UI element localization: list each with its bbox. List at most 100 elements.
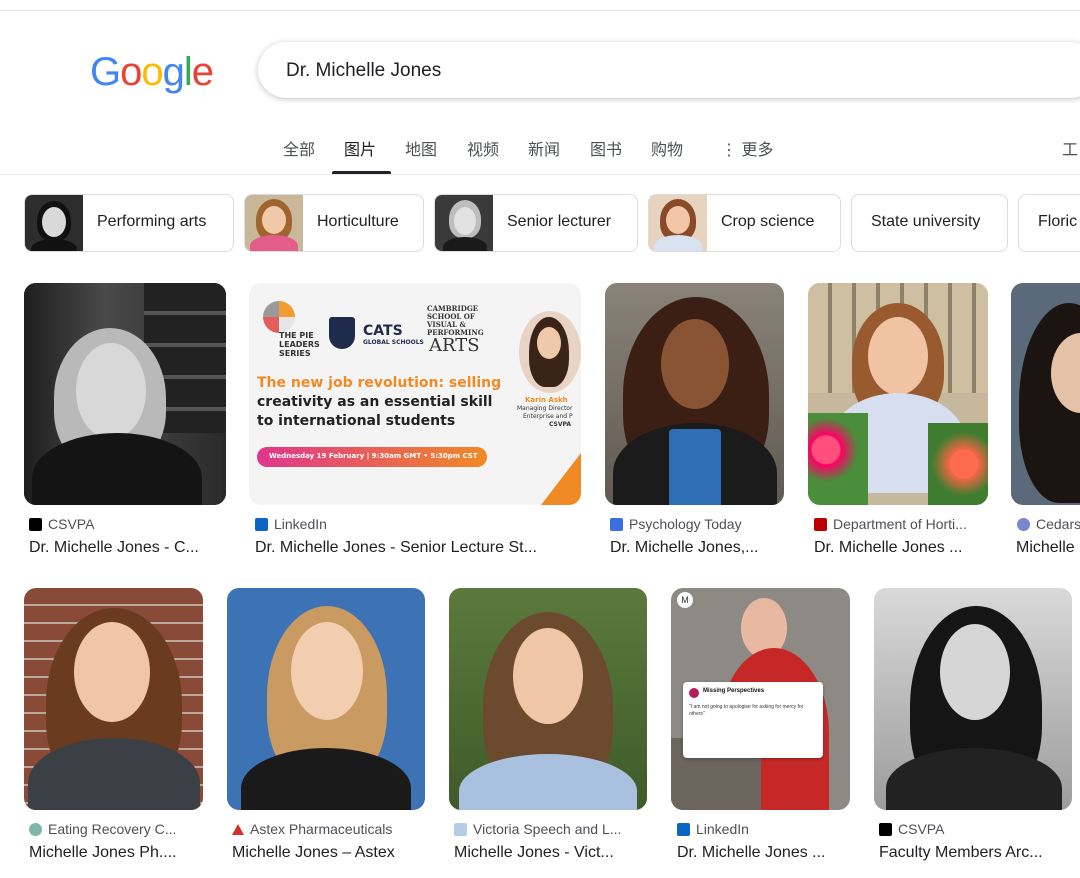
result-title[interactable]: Dr. Michelle Jones ... <box>814 539 986 557</box>
result-source[interactable]: Psychology Today <box>610 516 782 532</box>
result-source-label: LinkedIn <box>274 516 327 532</box>
banner-headline-2: creativity as an essential skill <box>257 394 493 410</box>
result-image <box>808 283 988 505</box>
result-title[interactable]: Michelle Jones - Vict... <box>454 844 644 862</box>
chip-performing-arts[interactable]: Performing arts <box>24 194 234 252</box>
tab-books[interactable]: 图书 <box>590 136 622 160</box>
tweet-text: "I am not going to apologise for asking … <box>689 704 804 717</box>
tab-more-label: 更多 <box>741 142 774 159</box>
banner-corner-triangle <box>541 453 581 505</box>
chip-state-university[interactable]: State university <box>851 194 1008 252</box>
result-title[interactable]: Michelle <box>1016 539 1080 557</box>
header-divider <box>0 174 1080 175</box>
result-source[interactable]: Eating Recovery C... <box>29 821 201 837</box>
result-source[interactable]: CSVPA <box>879 821 1069 837</box>
image-result[interactable]: Astex Pharmaceuticals Michelle Jones – A… <box>227 588 425 873</box>
victoria-speech-icon <box>454 822 467 836</box>
result-image <box>227 588 425 810</box>
cats-shield-icon <box>329 317 355 349</box>
chip-label: Senior lecturer <box>507 213 612 230</box>
google-logo[interactable]: Google <box>90 50 214 95</box>
result-source[interactable]: LinkedIn <box>677 821 849 837</box>
result-source-label: Astex Pharmaceuticals <box>250 821 393 837</box>
logo-letter: G <box>90 50 121 94</box>
tab-shopping[interactable]: 购物 <box>651 136 683 160</box>
result-source-label: Department of Horti... <box>833 516 967 532</box>
result-source-label: Psychology Today <box>629 516 742 532</box>
chip-label: Horticulture <box>317 213 399 230</box>
logo-letter: o <box>141 50 163 94</box>
speaker-photo <box>519 311 581 393</box>
result-source-label: Cedars <box>1036 516 1080 532</box>
banner-arts: ARTS <box>429 335 480 356</box>
chip-senior-lecturer[interactable]: Senior lecturer <box>434 194 638 252</box>
result-title[interactable]: Faculty Members Arc... <box>879 844 1069 862</box>
image-result[interactable]: Psychology Today Dr. Michelle Jones,... <box>605 283 784 563</box>
banner-headline-3: to international students <box>257 413 456 429</box>
result-image <box>24 588 203 810</box>
tab-more[interactable]: ⋮ 更多 <box>721 136 773 160</box>
image-result[interactable]: Department of Horti... Dr. Michelle Jone… <box>808 283 988 563</box>
logo-letter: e <box>191 50 214 94</box>
chip-label: Performing arts <box>97 213 207 230</box>
banner-cats: CATS <box>363 323 403 339</box>
chip-label: Crop science <box>721 213 815 230</box>
image-result[interactable]: CSVPA Dr. Michelle Jones - C... <box>24 283 226 563</box>
tweet-account: Missing Perspectives <box>703 688 765 694</box>
tab-news[interactable]: 新闻 <box>528 136 560 160</box>
tab-maps[interactable]: 地图 <box>405 136 437 160</box>
result-source[interactable]: CSVPA <box>29 516 224 532</box>
chip-crop-science[interactable]: Crop science <box>648 194 841 252</box>
result-title[interactable]: Dr. Michelle Jones,... <box>610 539 782 557</box>
tab-images[interactable]: 图片 <box>344 136 376 160</box>
tab-videos[interactable]: 视频 <box>467 136 499 160</box>
cedars-icon <box>1017 517 1030 531</box>
banner-date: Wednesday 19 February | 9:30am GMT • 5:3… <box>269 452 478 460</box>
image-result[interactable]: CSVPA Faculty Members Arc... <box>874 588 1072 873</box>
banner-date-pill: Wednesday 19 February | 9:30am GMT • 5:3… <box>257 447 487 467</box>
search-box[interactable] <box>258 42 1080 98</box>
result-title[interactable]: Michelle Jones Ph.... <box>29 844 201 862</box>
banner-series: THE PIE LEADERS SERIES <box>279 331 320 358</box>
chip-thumbnail <box>649 195 707 251</box>
result-source[interactable]: Cedars <box>1017 516 1080 532</box>
result-title[interactable]: Dr. Michelle Jones - C... <box>29 539 224 557</box>
result-title[interactable]: Dr. Michelle Jones - Senior Lecture St..… <box>255 539 575 557</box>
result-source[interactable]: Astex Pharmaceuticals <box>232 821 424 837</box>
result-source[interactable]: Department of Horti... <box>814 516 986 532</box>
banner-headline-1: The new job revolution: selling <box>257 375 502 391</box>
image-result[interactable]: Eating Recovery C... Michelle Jones Ph..… <box>24 588 203 873</box>
tab-all[interactable]: 全部 <box>283 136 315 160</box>
result-title[interactable]: Dr. Michelle Jones ... <box>677 844 849 862</box>
logo-letter: o <box>120 50 142 94</box>
banner-cats-sub: GLOBAL SCHOOLS <box>363 339 424 346</box>
image-result[interactable]: M Missing Perspectives "I am not going t… <box>671 588 850 873</box>
linkedin-icon <box>677 822 690 836</box>
result-source[interactable]: Victoria Speech and L... <box>454 821 644 837</box>
result-image <box>605 283 784 505</box>
banner-cambridge: CAMBRIDGE SCHOOL OF VISUAL & PERFORMING <box>427 304 484 337</box>
tab-tools[interactable]: 工 <box>1062 136 1078 160</box>
result-title[interactable]: Michelle Jones – Astex <box>232 844 424 862</box>
banner-speaker-org: CSVPA <box>549 421 571 428</box>
image-result[interactable]: THE PIE LEADERS SERIES CATS GLOBAL SCHOO… <box>249 283 581 563</box>
banner-speaker-name: Karin Askh <box>525 396 568 404</box>
chip-label: State university <box>871 213 981 230</box>
csvpa-icon <box>879 822 892 836</box>
search-input[interactable] <box>284 56 988 86</box>
tweet-overlay: Missing Perspectives "I am not going to … <box>683 682 823 758</box>
linkedin-icon <box>255 517 268 531</box>
chip-floriculture[interactable]: Floric <box>1018 194 1080 252</box>
chip-thumbnail <box>435 195 493 251</box>
result-source[interactable]: LinkedIn <box>255 516 575 532</box>
ohio-state-icon <box>814 517 827 531</box>
csvpa-icon <box>29 517 42 531</box>
pie-logo-icon <box>263 301 295 333</box>
result-source-label: Victoria Speech and L... <box>473 821 622 837</box>
chip-horticulture[interactable]: Horticulture <box>244 194 424 252</box>
image-result[interactable]: Victoria Speech and L... Michelle Jones … <box>449 588 647 873</box>
image-result[interactable]: Cedars Michelle <box>1011 283 1080 563</box>
chip-label: Floric <box>1038 213 1078 230</box>
result-image <box>1011 283 1080 505</box>
result-source-label: CSVPA <box>898 821 945 837</box>
